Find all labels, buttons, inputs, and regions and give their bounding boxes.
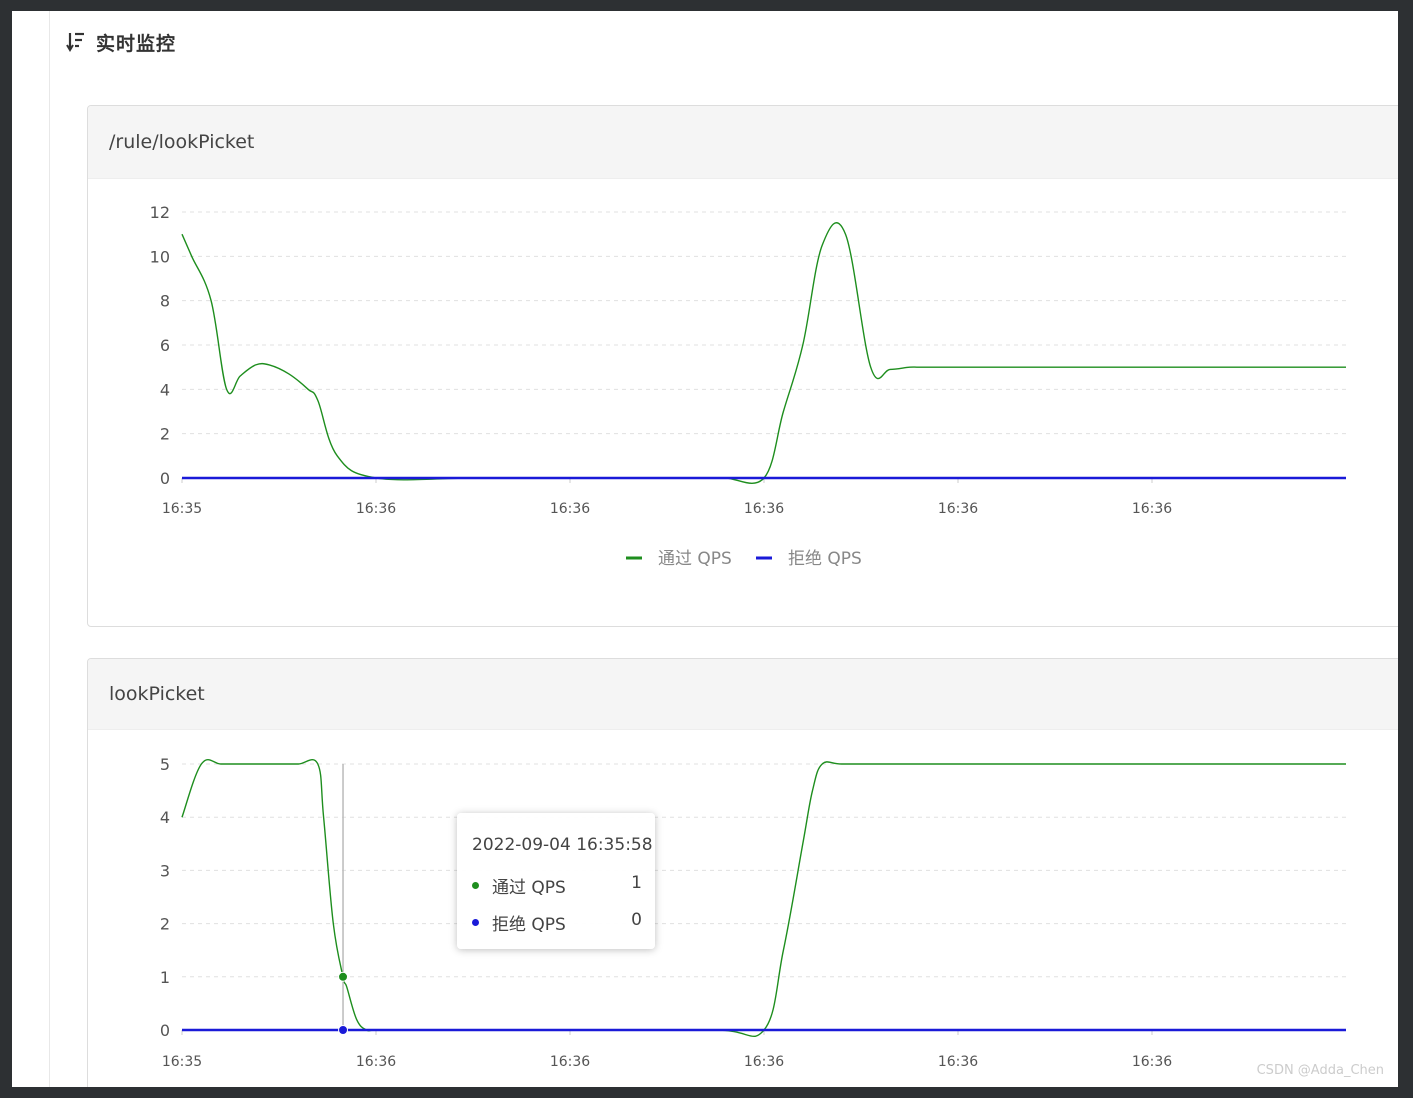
series-line-pass <box>181 759 1346 1038</box>
page-title: 实时监控 <box>96 32 177 55</box>
tooltip-row-block: 拒绝 QPS 0 <box>472 910 642 935</box>
series-line-pass <box>181 222 1346 484</box>
y-tick-label: 12 <box>150 203 170 222</box>
chart-panel-rule-lookpicket: /rule/lookPicket 0 2 4 6 8 10 12 16:35 16:36 16:3… <box>87 105 1398 627</box>
y-tick-label: 2 <box>160 425 170 444</box>
sidebar-divider <box>49 11 50 1087</box>
pass-dot-icon <box>472 882 479 889</box>
tooltip-series-value: 0 <box>631 910 642 930</box>
x-tick-label: 16:36 <box>356 1054 396 1070</box>
x-tick-label: 16:36 <box>1132 1054 1172 1070</box>
x-tick-label: 16:36 <box>1132 501 1172 517</box>
y-tick-label: 8 <box>160 292 170 311</box>
qps-chart-1[interactable]: 0 2 4 6 8 10 12 16:35 16:36 16:36 16:36 16:36 16:36 通… <box>88 106 1398 627</box>
chart-tooltip: 2022-09-04 16:35:58 通过 QPS 1 拒绝 QPS 0 <box>457 813 655 949</box>
y-tick-label: 4 <box>160 808 170 827</box>
legend-label-block: 拒绝 QPS <box>788 549 862 569</box>
y-tick-label: 10 <box>150 247 170 266</box>
watermark: CSDN @Adda_Chen <box>1256 1063 1384 1078</box>
x-tick-label: 16:36 <box>938 1054 978 1070</box>
hover-point-block <box>338 1025 349 1035</box>
y-tick-label: 3 <box>160 861 170 880</box>
y-tick-label: 0 <box>160 1021 170 1040</box>
x-tick-label: 16:36 <box>550 501 590 517</box>
x-tick-label: 16:36 <box>356 501 396 517</box>
tooltip-series-name: 通过 QPS <box>492 878 566 898</box>
legend-label-pass: 通过 QPS <box>658 549 732 569</box>
qps-chart-2[interactable]: 0 1 2 3 4 5 16:35 16:36 16:36 16:36 16:36 16:36 <box>88 659 1398 1087</box>
x-tick-label: 16:36 <box>938 501 978 517</box>
hover-point-pass <box>338 971 349 982</box>
y-tick-label: 1 <box>160 968 170 987</box>
x-tick-label: 16:36 <box>744 501 784 517</box>
x-tick-label: 16:36 <box>744 1054 784 1070</box>
x-tick-label: 16:35 <box>162 1054 202 1070</box>
x-tick-label: 16:35 <box>162 501 202 517</box>
tooltip-row-pass: 通过 QPS 1 <box>472 873 642 898</box>
chart-panel-lookpicket: lookPicket 0 1 2 3 4 5 16:35 16:36 16:36 16:36 16:… <box>87 658 1398 1087</box>
tooltip-series-name: 拒绝 QPS <box>492 915 566 935</box>
y-tick-label: 4 <box>160 380 170 399</box>
y-tick-label: 5 <box>160 755 170 774</box>
y-tick-label: 6 <box>160 336 170 355</box>
y-tick-label: 0 <box>160 469 170 488</box>
tooltip-series-value: 1 <box>631 873 642 893</box>
y-tick-label: 2 <box>160 915 170 934</box>
page-header: 实时监控 <box>66 27 176 57</box>
block-dot-icon <box>472 919 479 926</box>
x-tick-label: 16:36 <box>550 1054 590 1070</box>
tooltip-time: 2022-09-04 16:35:58 <box>472 835 653 855</box>
sort-desc-icon <box>66 32 84 52</box>
monitor-page: 实时监控 /rule/lookPicket 0 2 4 6 8 10 12 16:35 16:3… <box>12 11 1398 1087</box>
